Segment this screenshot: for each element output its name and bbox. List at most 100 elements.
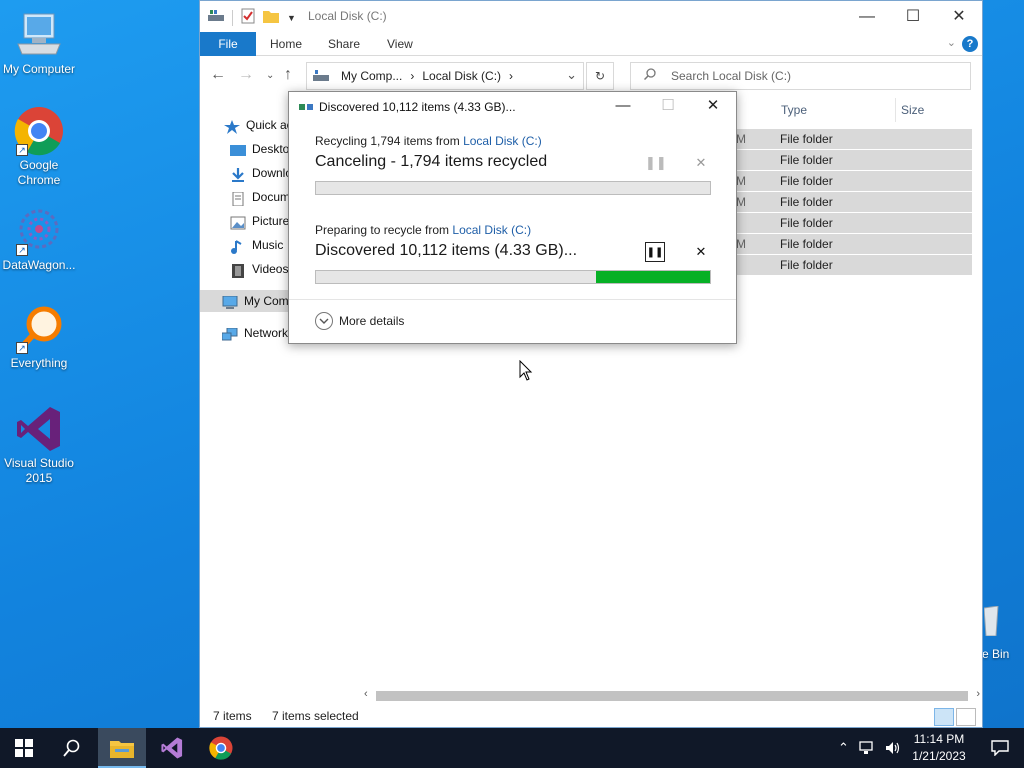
tab-home[interactable]: Home [270,32,302,56]
nav-item-my-computer[interactable]: My Com [200,290,300,312]
horizontal-scrollbar[interactable]: ‹ › [362,688,982,703]
show-hidden-icons-icon[interactable]: ⌃ [838,740,849,756]
desktop-icon-datawagon[interactable]: ↗ DataWagon... [0,206,78,273]
dialog-minimize-button[interactable]: — [600,92,646,122]
nav-item-desktop[interactable]: Deskto [230,138,289,160]
op1-cancel-button[interactable]: ✕ [691,153,711,173]
scroll-right-icon[interactable]: › [976,688,980,700]
refresh-icon: ↻ [594,69,606,83]
music-icon [230,239,246,254]
new-folder-icon[interactable] [263,9,279,26]
op2-cancel-button[interactable]: ✕ [691,242,711,262]
op2-pause-button[interactable]: ❚❚ [645,242,665,262]
op2-source-link[interactable]: Local Disk (C:) [452,223,531,237]
breadcrumb-my-computer[interactable]: My Comp... [341,69,402,83]
computer-icon [14,10,64,60]
minimize-button[interactable]: — [844,1,890,32]
scroll-left-icon[interactable]: ‹ [364,688,368,700]
navigation-pane: Quick ac Deskto Downlo Docum Picture Mus… [200,97,300,677]
start-button[interactable] [0,728,48,768]
clock-time: 11:14 PM [913,732,965,746]
type-cell: File folder [780,153,833,167]
tab-view[interactable]: View [387,32,413,56]
view-buttons [934,708,976,726]
system-clock[interactable]: 11:14 PM 1/21/2023 [902,731,976,765]
close-button[interactable]: ✕ [936,1,982,32]
nav-item-quick-access[interactable]: Quick ac [224,114,293,136]
desktop-icon-my-computer[interactable]: My Computer [0,10,78,77]
scrollbar-thumb[interactable] [376,691,968,701]
address-bar[interactable]: My Comp... › Local Disk (C:) › ⌄ [306,62,584,90]
search-icon [644,68,656,80]
breadcrumb-local-disk[interactable]: Local Disk (C:) [422,69,501,83]
table-row[interactable]: M File folder [736,129,972,150]
star-icon [224,119,240,134]
nav-item-documents[interactable]: Docum [230,186,290,208]
nav-item-pictures[interactable]: Picture [230,210,289,232]
table-row[interactable]: File folder [736,255,972,276]
nav-item-music[interactable]: Music [230,234,283,256]
picture-icon [230,215,246,230]
qat-dropdown-icon[interactable]: ▼ [287,13,296,23]
type-cell: File folder [780,258,833,272]
divider [289,299,736,300]
op1-source-link[interactable]: Local Disk (C:) [463,134,542,148]
back-button[interactable]: ← [210,66,226,84]
recent-locations-button[interactable]: ⌄ [266,70,274,81]
notification-icon [991,740,1009,756]
nav-item-network[interactable]: Network [221,322,288,344]
maximize-button[interactable]: ☐ [890,1,936,32]
tab-file[interactable]: File [200,32,256,56]
table-row[interactable]: M File folder [736,171,972,192]
tab-share[interactable]: Share [328,32,360,56]
desktop-icon-everything[interactable]: ↗ Everything [0,304,78,371]
desktop-icon-google-chrome[interactable]: ↗ Google Chrome [0,106,78,188]
taskbar-file-explorer[interactable] [98,728,146,768]
op1-progress-bar [315,181,711,195]
forward-arrow-icon: → [238,66,254,83]
help-icon[interactable]: ? [962,36,978,52]
table-row[interactable]: M File folder [736,234,972,255]
search-input[interactable]: Search Local Disk (C:) [630,62,971,90]
chrome-icon [209,736,233,760]
dialog-maximize-button[interactable]: ☐ [645,92,691,122]
taskbar: ⌃ 11:14 PM 1/21/2023 [0,728,1024,768]
network-icon[interactable] [859,741,875,755]
mouse-cursor-icon [519,360,533,381]
taskbar-search-button[interactable] [48,728,96,768]
table-row[interactable]: M File folder [736,192,972,213]
more-details-button[interactable]: More details [315,312,404,330]
column-header-size[interactable]: Size [901,98,924,122]
type-cell: File folder [780,216,833,230]
recycle-progress-dialog: Discovered 10,112 items (4.33 GB)... — ☐… [288,91,737,344]
table-row[interactable]: File folder [736,213,972,234]
op1-headline: Canceling - 1,794 items recycled [315,153,548,170]
action-center-button[interactable] [976,728,1024,768]
expand-ribbon-icon[interactable]: ⌄ [947,36,956,49]
details-view-icon[interactable] [934,708,954,726]
taskbar-visual-studio[interactable] [148,728,196,768]
large-icons-view-icon[interactable] [956,708,976,726]
table-row[interactable]: File folder [736,150,972,171]
refresh-button[interactable]: ↻ [586,62,614,90]
nav-item-videos[interactable]: Videos [230,258,288,280]
minimize-icon: — [859,8,875,25]
desktop-icon-recycle-bin[interactable]: e Bin [982,605,1024,661]
address-row: ← → ⌄ ↑ My Comp... › Local Disk (C:) › ⌄… [200,56,982,96]
video-icon [230,263,246,278]
desktop-icon-label: DataWagon... [2,258,76,272]
forward-button[interactable]: → [238,66,254,84]
minimize-icon: — [615,97,631,114]
address-dropdown-icon[interactable]: ⌄ [566,67,577,83]
volume-icon[interactable] [885,741,901,755]
taskbar-chrome[interactable] [197,728,245,768]
nav-item-downloads[interactable]: Downlo [230,162,292,184]
up-button[interactable]: ↑ [284,66,292,84]
properties-icon[interactable] [241,8,255,27]
download-icon [230,167,246,182]
op1-pause-button[interactable]: ❚❚ [645,153,667,173]
column-header-type[interactable]: Type [781,98,807,122]
desktop-icon-visual-studio[interactable]: Visual Studio 2015 [0,404,78,486]
modified-cell: M [736,132,746,146]
dialog-close-button[interactable]: ✕ [690,92,736,122]
